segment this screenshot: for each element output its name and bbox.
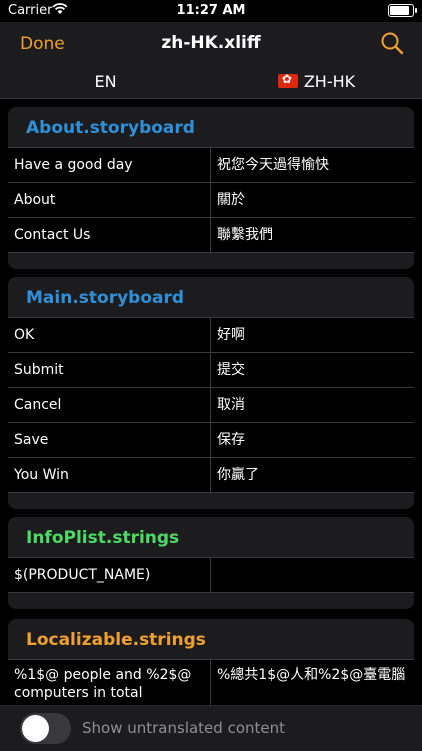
translation-list[interactable]: About.storyboard Have a good day 祝您今天過得愉快…: [0, 99, 422, 705]
source-text: Contact Us: [8, 218, 211, 252]
section-title: Localizable.strings: [8, 619, 414, 660]
section-localizable-strings: Localizable.strings %1$@ people and %2$@…: [8, 619, 414, 705]
untranslated-toggle-label: Show untranslated content: [82, 719, 286, 737]
source-text: You Win: [8, 458, 211, 492]
language-header: EN ZH-HK: [0, 64, 422, 99]
target-text[interactable]: %總共1$@人和%2$@臺電腦: [211, 660, 414, 705]
translation-row[interactable]: You Win 你贏了: [8, 458, 414, 493]
translation-row[interactable]: About 關於: [8, 183, 414, 218]
section-title: Main.storyboard: [8, 277, 414, 318]
section-about-storyboard: About.storyboard Have a good day 祝您今天過得愉快…: [8, 107, 414, 269]
bottom-toolbar: Show untranslated content: [0, 705, 422, 751]
section-title: InfoPlist.strings: [8, 517, 414, 558]
battery-level: [390, 6, 409, 15]
translation-row[interactable]: Submit 提交: [8, 353, 414, 388]
source-text: Save: [8, 423, 211, 457]
source-text: Cancel: [8, 388, 211, 422]
translation-row[interactable]: Cancel 取消: [8, 388, 414, 423]
section-title: About.storyboard: [8, 107, 414, 148]
translation-row[interactable]: Save 保存: [8, 423, 414, 458]
untranslated-toggle[interactable]: [20, 713, 71, 744]
translation-row[interactable]: Contact Us 聯繫我們: [8, 218, 414, 253]
translation-row[interactable]: %1$@ people and %2$@ computers in total%…: [8, 660, 414, 705]
target-language: ZH-HK: [211, 72, 422, 91]
target-text[interactable]: 關於: [211, 183, 414, 217]
target-text[interactable]: 你贏了: [211, 458, 414, 492]
source-text: Submit: [8, 353, 211, 387]
battery-icon: [388, 4, 417, 17]
source-text: %1$@ people and %2$@ computers in total: [8, 660, 211, 705]
target-text[interactable]: 聯繫我們: [211, 218, 414, 252]
status-bar: Carrier 11:27 AM: [0, 0, 422, 22]
section-main-storyboard: Main.storyboard OK 好啊 Submit 提交 Cancel 取消 S…: [8, 277, 414, 509]
target-text[interactable]: [211, 558, 414, 592]
nav-title: zh-HK.xliff: [161, 33, 261, 53]
source-text: $(PRODUCT_NAME): [8, 558, 211, 592]
translation-row[interactable]: Have a good day 祝您今天過得愉快: [8, 148, 414, 183]
source-text: Have a good day: [8, 148, 211, 182]
source-text: About: [8, 183, 211, 217]
target-text[interactable]: 取消: [211, 388, 414, 422]
target-text[interactable]: 提交: [211, 353, 414, 387]
search-icon[interactable]: [380, 31, 404, 55]
translation-row[interactable]: $(PRODUCT_NAME): [8, 558, 414, 593]
target-text[interactable]: 好啊: [211, 318, 414, 352]
target-text[interactable]: 祝您今天過得愉快: [211, 148, 414, 182]
target-language-label: ZH-HK: [303, 72, 356, 91]
navigation-bar: Done zh-HK.xliff: [0, 22, 422, 64]
hong-kong-flag-icon: [277, 72, 298, 88]
toggle-knob: [22, 715, 49, 742]
section-infoplist-strings: InfoPlist.strings $(PRODUCT_NAME): [8, 517, 414, 609]
source-text: OK: [8, 318, 211, 352]
translation-row[interactable]: OK 好啊: [8, 318, 414, 353]
target-text[interactable]: 保存: [211, 423, 414, 457]
source-language-label: EN: [94, 72, 117, 91]
clock: 11:27 AM: [176, 3, 246, 18]
